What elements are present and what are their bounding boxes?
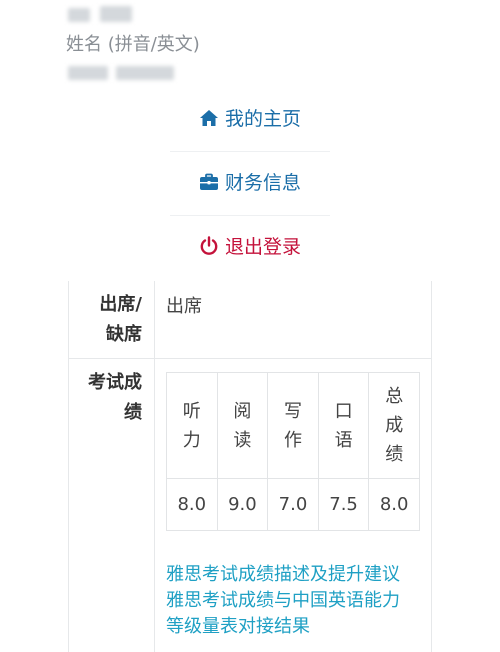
score-header-listening: 听力 bbox=[166, 372, 218, 479]
divider bbox=[170, 151, 330, 152]
attendance-header-line2: 缺席 bbox=[106, 324, 142, 345]
link-cse-mapping-line1: 雅思考试成绩与中国英语能力 bbox=[166, 590, 400, 611]
briefcase-icon bbox=[199, 173, 218, 190]
divider bbox=[170, 215, 330, 216]
scores-header-line1: 考试成 bbox=[88, 372, 142, 393]
scores-value-row: 8.0 9.0 7.0 7.5 8.0 bbox=[166, 478, 420, 531]
score-value-writing: 7.0 bbox=[267, 478, 319, 531]
score-value-overall: 8.0 bbox=[368, 478, 420, 531]
nav-my-homepage[interactable]: 我的主页 bbox=[0, 104, 500, 131]
nav-finance-info[interactable]: 财务信息 bbox=[0, 168, 500, 195]
table-row-divider bbox=[68, 358, 432, 359]
power-icon bbox=[200, 235, 218, 255]
score-links: 雅思考试成绩描述及提升建议 雅思考试成绩与中国英语能力 等级量表对接结果 bbox=[166, 562, 432, 640]
redacted-candidate-id-2 bbox=[116, 66, 174, 80]
nav-logout-label: 退出登录 bbox=[224, 236, 301, 258]
attendance-header-line1: 出席/ bbox=[99, 294, 142, 315]
score-header-reading: 阅读 bbox=[216, 372, 269, 479]
home-icon bbox=[199, 109, 218, 126]
scores-header-line2: 绩 bbox=[124, 402, 142, 423]
score-value-speaking: 7.5 bbox=[317, 478, 370, 531]
nav-finance-label: 财务信息 bbox=[224, 172, 301, 194]
link-cse-mapping-line2: 等级量表对接结果 bbox=[166, 616, 310, 637]
redacted-candidate-id bbox=[68, 66, 108, 80]
attendance-value: 出席 bbox=[166, 296, 202, 317]
link-cse-mapping[interactable]: 雅思考试成绩与中国英语能力 等级量表对接结果 bbox=[166, 588, 432, 640]
scores-header-row: 听力 阅读 写作 口语 总成绩 bbox=[166, 372, 420, 479]
nav-logout[interactable]: 退出登录 bbox=[0, 232, 500, 259]
redacted-name bbox=[68, 8, 90, 22]
score-value-listening: 8.0 bbox=[166, 478, 218, 531]
attendance-header: 出席/ 缺席 bbox=[68, 290, 154, 350]
scores-table: 听力 阅读 写作 口语 总成绩 8.0 9.0 7.0 7.5 8.0 bbox=[166, 372, 420, 531]
score-header-overall: 总成绩 bbox=[368, 372, 420, 479]
redacted-name-2 bbox=[100, 6, 132, 22]
scores-header: 考试成 绩 bbox=[68, 368, 154, 428]
name-label: 姓名 (拼音/英文) bbox=[66, 34, 200, 55]
link-score-description[interactable]: 雅思考试成绩描述及提升建议 bbox=[166, 562, 432, 588]
score-header-writing: 写作 bbox=[267, 372, 319, 479]
score-value-reading: 9.0 bbox=[216, 478, 269, 531]
score-header-speaking: 口语 bbox=[317, 372, 370, 479]
nav-home-label: 我的主页 bbox=[224, 108, 301, 130]
table-column-divider bbox=[154, 281, 155, 652]
